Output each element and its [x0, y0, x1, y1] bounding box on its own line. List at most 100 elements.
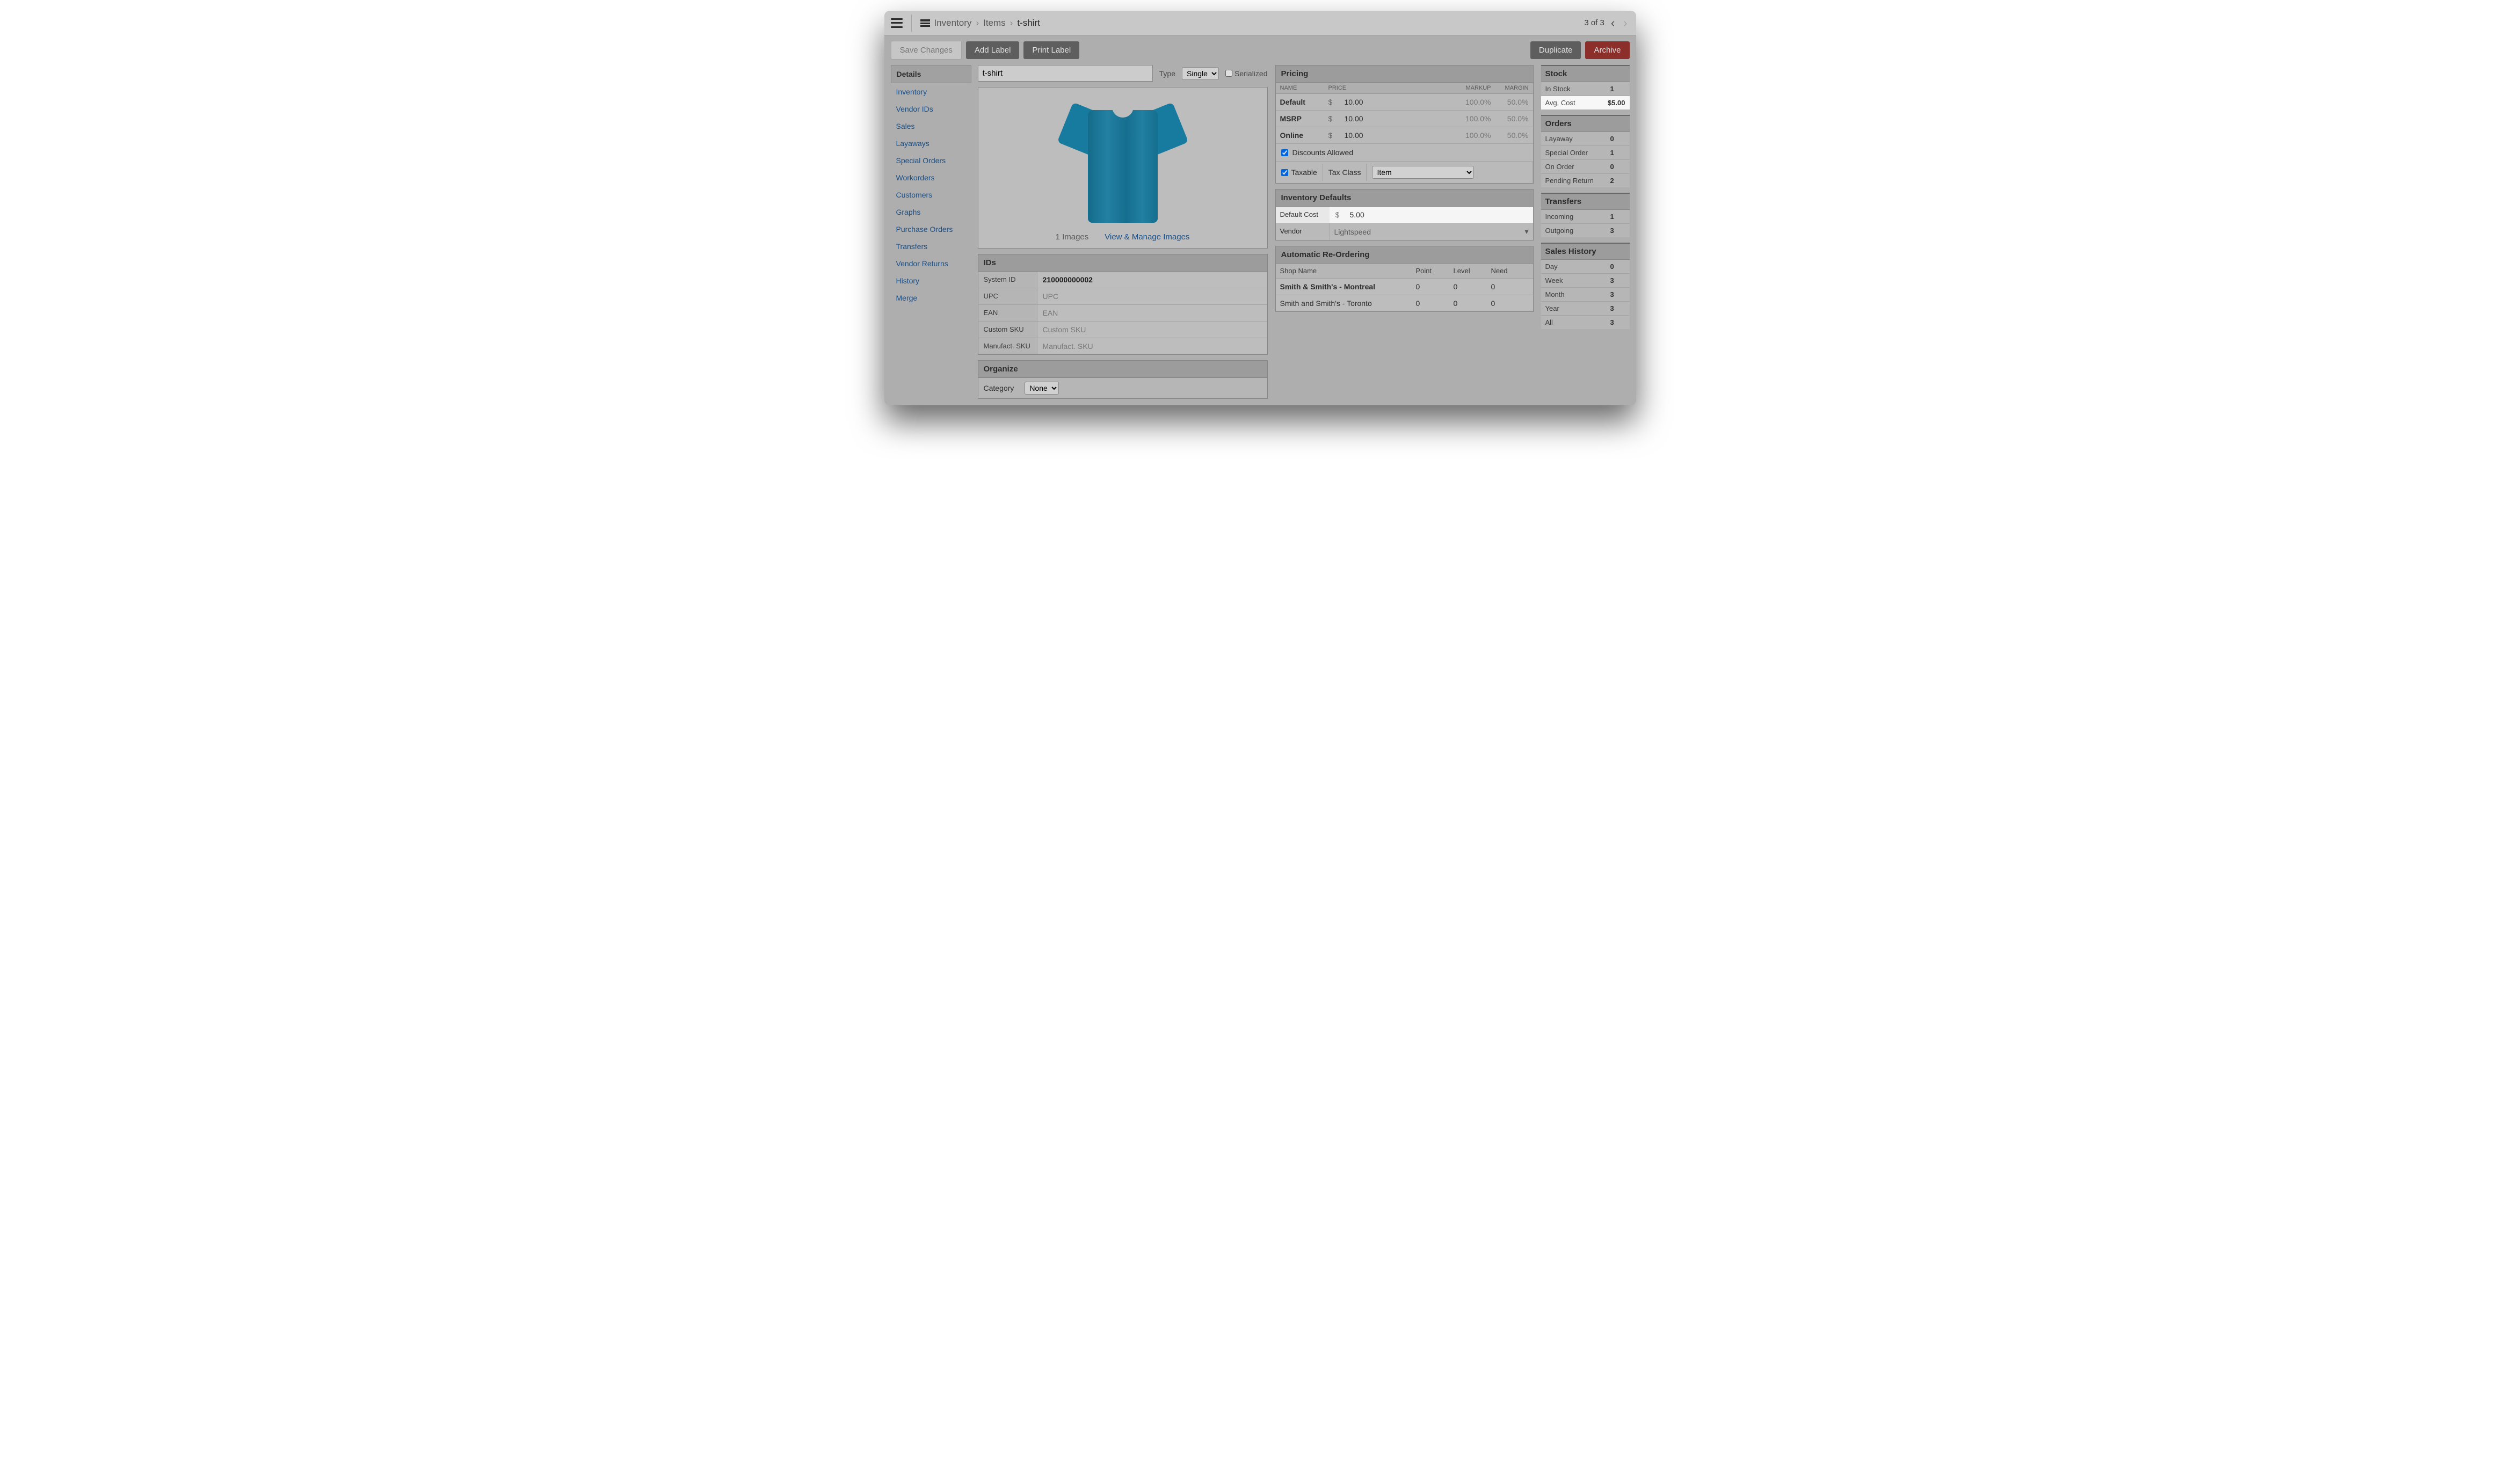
- sidebar-item-history[interactable]: History: [891, 272, 971, 289]
- default-cost-value[interactable]: 5.00: [1346, 207, 1533, 223]
- type-select[interactable]: Single: [1182, 67, 1219, 80]
- breadcrumb-current: t-shirt: [1017, 18, 1040, 28]
- stat-row: Pending Return2: [1541, 174, 1630, 187]
- ids-value[interactable]: Manufact. SKU: [1037, 338, 1267, 354]
- sidebar-item-inventory[interactable]: Inventory: [891, 83, 971, 100]
- category-select[interactable]: None: [1025, 382, 1059, 395]
- col-shop: Shop Name: [1280, 267, 1416, 275]
- col-level: Level: [1454, 267, 1491, 275]
- saleshistory-panel: Sales History Day0Week3Month3Year3All3: [1541, 243, 1630, 329]
- inventory-icon: [920, 19, 930, 27]
- taxable-checkbox[interactable]: [1281, 169, 1288, 176]
- stat-row: Incoming1: [1541, 210, 1630, 224]
- stat-row: Outgoing3: [1541, 224, 1630, 237]
- stat-row: Month3: [1541, 288, 1630, 302]
- organize-panel: Organize Category None: [978, 360, 1268, 399]
- taxclass-label: Tax Class: [1328, 168, 1361, 177]
- duplicate-button[interactable]: Duplicate: [1530, 41, 1581, 59]
- breadcrumb-root[interactable]: Inventory: [934, 18, 972, 28]
- stat-row: Week3: [1541, 274, 1630, 288]
- transfers-panel: Transfers Incoming1Outgoing3: [1541, 193, 1630, 237]
- reorder-row: Smith and Smith's - Toronto000: [1276, 295, 1533, 311]
- next-icon: ›: [1621, 16, 1629, 30]
- ids-value[interactable]: Custom SKU: [1037, 322, 1267, 338]
- toolbar: Save Changes Add Label Print Label Dupli…: [884, 35, 1636, 65]
- inventory-defaults-panel: Inventory Defaults Default Cost $ 5.00 V…: [1275, 189, 1534, 240]
- stat-row: Year3: [1541, 302, 1630, 316]
- organize-title: Organize: [978, 361, 1267, 378]
- ids-title: IDs: [978, 254, 1267, 272]
- manage-images-link[interactable]: View & Manage Images: [1105, 232, 1189, 242]
- sidebar-item-workorders[interactable]: Workorders: [891, 169, 971, 186]
- ids-label: Custom SKU: [978, 322, 1037, 338]
- sidebar-item-vendor-returns[interactable]: Vendor Returns: [891, 255, 971, 272]
- topbar: Inventory › Items › t-shirt 3 of 3 ‹ ›: [884, 11, 1636, 35]
- default-cost-label: Default Cost: [1276, 207, 1330, 223]
- price-row: Online$10.00100.0%50.0%: [1276, 127, 1533, 144]
- stock-panel: Stock In Stock1Avg. Cost$5.00: [1541, 65, 1630, 110]
- breadcrumb: Inventory › Items › t-shirt: [934, 18, 1040, 28]
- sidebar-item-vendor-ids[interactable]: Vendor IDs: [891, 100, 971, 118]
- type-label: Type: [1159, 69, 1175, 78]
- pager-text: 3 of 3: [1584, 18, 1604, 27]
- serialized-checkbox[interactable]: [1225, 70, 1232, 77]
- breadcrumb-items[interactable]: Items: [983, 18, 1006, 28]
- stat-row: Day0: [1541, 260, 1630, 274]
- sidebar-item-details[interactable]: Details: [891, 65, 971, 83]
- archive-button[interactable]: Archive: [1585, 41, 1629, 59]
- stock-title: Stock: [1541, 65, 1630, 82]
- sidebar-item-merge[interactable]: Merge: [891, 289, 971, 307]
- orders-panel: Orders Layaway0Special Order1On Order0Pe…: [1541, 115, 1630, 187]
- reorder-panel: Automatic Re-Ordering Shop Name Point Le…: [1275, 246, 1534, 312]
- price-row: MSRP$10.00100.0%50.0%: [1276, 111, 1533, 127]
- prev-icon[interactable]: ‹: [1609, 16, 1617, 30]
- discounts-label: Discounts Allowed: [1292, 148, 1354, 157]
- vendor-select[interactable]: Lightspeed ▾: [1330, 223, 1533, 240]
- inv-defaults-title: Inventory Defaults: [1276, 189, 1533, 207]
- image-panel: 1 Images View & Manage Images: [978, 87, 1268, 249]
- reorder-title: Automatic Re-Ordering: [1276, 246, 1533, 264]
- orders-title: Orders: [1541, 115, 1630, 132]
- item-name-input[interactable]: [978, 65, 1153, 82]
- stat-row: On Order0: [1541, 160, 1630, 174]
- print-label-button[interactable]: Print Label: [1023, 41, 1079, 59]
- pricing-title: Pricing: [1276, 65, 1533, 83]
- discounts-checkbox[interactable]: [1281, 149, 1288, 156]
- category-label: Category: [984, 384, 1014, 392]
- col-point: Point: [1416, 267, 1454, 275]
- sidebar: DetailsInventoryVendor IDsSalesLayawaysS…: [891, 65, 971, 399]
- add-label-button[interactable]: Add Label: [966, 41, 1020, 59]
- transfers-title: Transfers: [1541, 193, 1630, 210]
- ids-panel: IDs System ID210000000002UPCUPCEANEANCus…: [978, 254, 1268, 355]
- col-price: PRICE: [1328, 85, 1409, 91]
- chevron-down-icon: ▾: [1524, 227, 1528, 236]
- sidebar-item-layaways[interactable]: Layaways: [891, 135, 971, 152]
- ids-value: 210000000002: [1037, 272, 1267, 288]
- sidebar-item-special-orders[interactable]: Special Orders: [891, 152, 971, 169]
- ids-value[interactable]: UPC: [1037, 288, 1267, 304]
- menu-icon[interactable]: [891, 18, 903, 28]
- image-count: 1 Images: [1056, 232, 1089, 242]
- col-markup: MARKUP: [1409, 85, 1491, 91]
- sidebar-item-graphs[interactable]: Graphs: [891, 203, 971, 221]
- ids-value[interactable]: EAN: [1037, 305, 1267, 321]
- saleshistory-title: Sales History: [1541, 243, 1630, 260]
- serialized-label: Serialized: [1234, 69, 1267, 78]
- col-margin: MARGIN: [1491, 85, 1529, 91]
- ids-label: Manufact. SKU: [978, 338, 1037, 354]
- col-need: Need: [1491, 267, 1529, 275]
- taxable-label: Taxable: [1291, 168, 1317, 177]
- vendor-label: Vendor: [1276, 223, 1330, 240]
- stat-row: Special Order1: [1541, 146, 1630, 160]
- sidebar-item-transfers[interactable]: Transfers: [891, 238, 971, 255]
- sidebar-item-sales[interactable]: Sales: [891, 118, 971, 135]
- stat-row: Avg. Cost$5.00: [1541, 96, 1630, 110]
- stat-row: All3: [1541, 316, 1630, 329]
- sidebar-item-purchase-orders[interactable]: Purchase Orders: [891, 221, 971, 238]
- price-row: Default$10.00100.0%50.0%: [1276, 94, 1533, 111]
- save-button: Save Changes: [891, 41, 962, 60]
- sidebar-item-customers[interactable]: Customers: [891, 186, 971, 203]
- ids-label: EAN: [978, 305, 1037, 321]
- stat-row: Layaway0: [1541, 132, 1630, 146]
- taxclass-select[interactable]: Item: [1372, 166, 1474, 179]
